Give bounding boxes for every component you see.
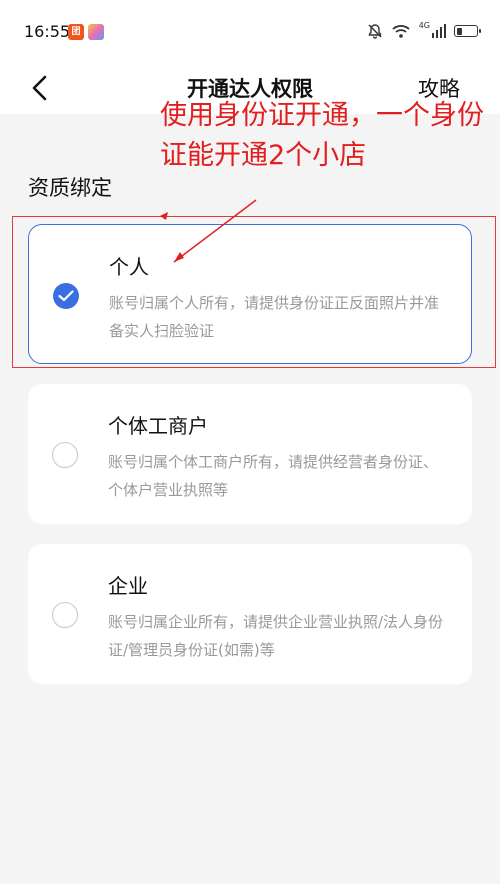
option-description: 账号归属个体工商户所有，请提供经营者身份证、个体户营业执照等 — [108, 453, 439, 499]
app-notification-icon-2 — [88, 24, 104, 40]
option-card-sole-proprietor[interactable]: 个体工商户 账号归属个体工商户所有，请提供经营者身份证、个体户营业执照等 — [28, 384, 472, 524]
option-description: 账号归属个人所有，请提供身份证正反面照片并准备实人扫脸验证 — [109, 294, 440, 340]
option-title: 个体工商户 — [108, 414, 208, 438]
option-card-individual[interactable]: 个人 账号归属个人所有，请提供身份证正反面照片并准备实人扫脸验证 — [28, 224, 472, 364]
mute-bell-icon — [367, 23, 383, 39]
radio-unchecked[interactable] — [52, 602, 78, 628]
section-title: 资质绑定 — [28, 176, 112, 200]
signal-icon — [432, 24, 446, 38]
status-time: 16:55 — [24, 22, 71, 41]
option-description: 账号归属企业所有，请提供企业营业执照/法人身份证/管理员身份证(如需)等 — [108, 613, 444, 659]
status-bar: 16:55 团 4G — [0, 0, 500, 62]
radio-checked[interactable] — [53, 283, 79, 309]
option-title: 个人 — [109, 255, 149, 279]
option-title: 企业 — [108, 574, 148, 598]
annotation-text: 使用身份证开通，一个身份证能开通2个小店 — [160, 100, 484, 171]
app-notification-icon: 团 — [68, 24, 84, 40]
battery-icon — [454, 25, 481, 37]
status-icons: 4G — [367, 20, 481, 42]
option-card-enterprise[interactable]: 企业 账号归属企业所有，请提供企业营业执照/法人身份证/管理员身份证(如需)等 — [28, 544, 472, 684]
battery-level — [456, 27, 462, 35]
checkmark-icon — [58, 290, 74, 302]
network-type: 4G — [418, 20, 430, 30]
radio-unchecked[interactable] — [52, 442, 78, 468]
wifi-icon — [391, 23, 411, 39]
